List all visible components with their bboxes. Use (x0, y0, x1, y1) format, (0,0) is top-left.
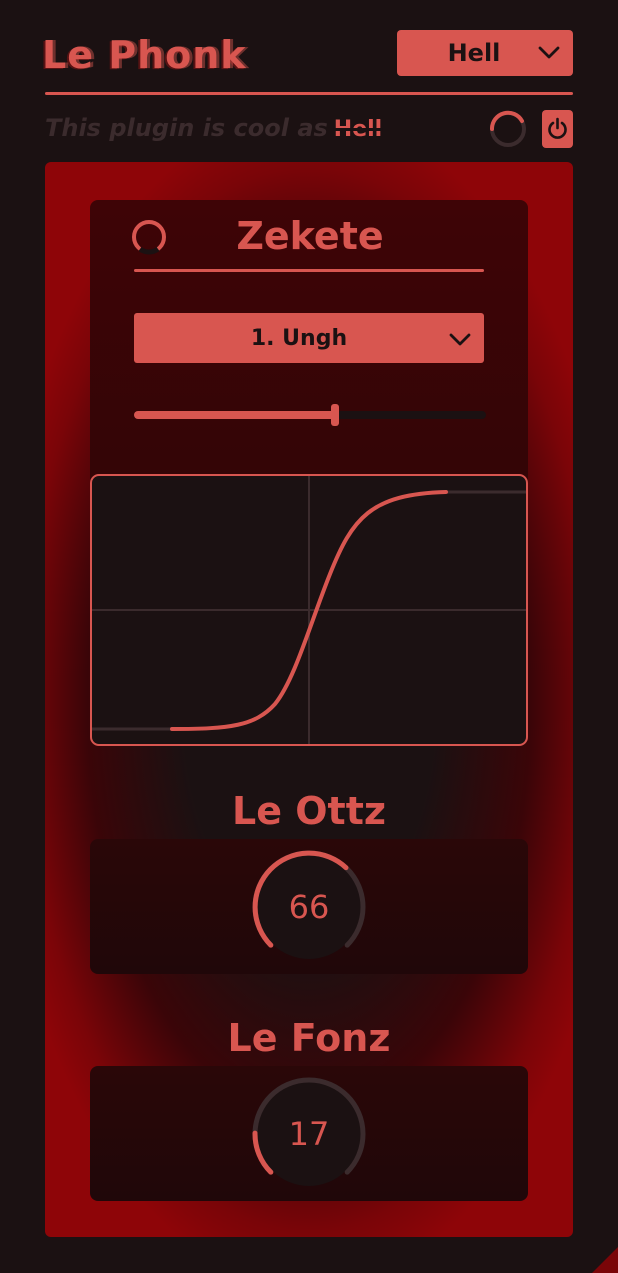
power-icon (548, 117, 567, 139)
knob-value-ottz: 66 (288, 888, 330, 926)
chevron-down-icon (538, 46, 560, 59)
mode-dropdown[interactable]: 1. Ungh (134, 313, 484, 363)
slider-thumb[interactable] (331, 404, 339, 426)
zekete-divider (134, 269, 484, 272)
tagline: This plugin is cool as Hell (45, 110, 382, 146)
loading-ring-icon (489, 110, 526, 147)
app-title: Le Phonk (42, 33, 247, 77)
knob-value-fonz: 17 (288, 1115, 330, 1153)
ring-icon[interactable] (130, 218, 168, 256)
preset-dropdown[interactable]: Hell (397, 30, 573, 76)
resize-handle[interactable] (588, 1243, 618, 1273)
zekete-title: Zekete (236, 214, 384, 258)
chevron-down-icon (449, 333, 471, 346)
tagline-text: This plugin is cool as (45, 114, 328, 142)
slider-fill (134, 411, 335, 419)
power-button[interactable] (542, 110, 573, 148)
tagline-accent: Hell (333, 117, 383, 142)
header-divider (45, 92, 573, 95)
knob-label-ottz: Le Ottz (232, 789, 386, 833)
knob-label-fonz: Le Fonz (227, 1016, 391, 1060)
transfer-curve-graph (90, 474, 528, 746)
mode-value: 1. Ungh (250, 325, 348, 351)
